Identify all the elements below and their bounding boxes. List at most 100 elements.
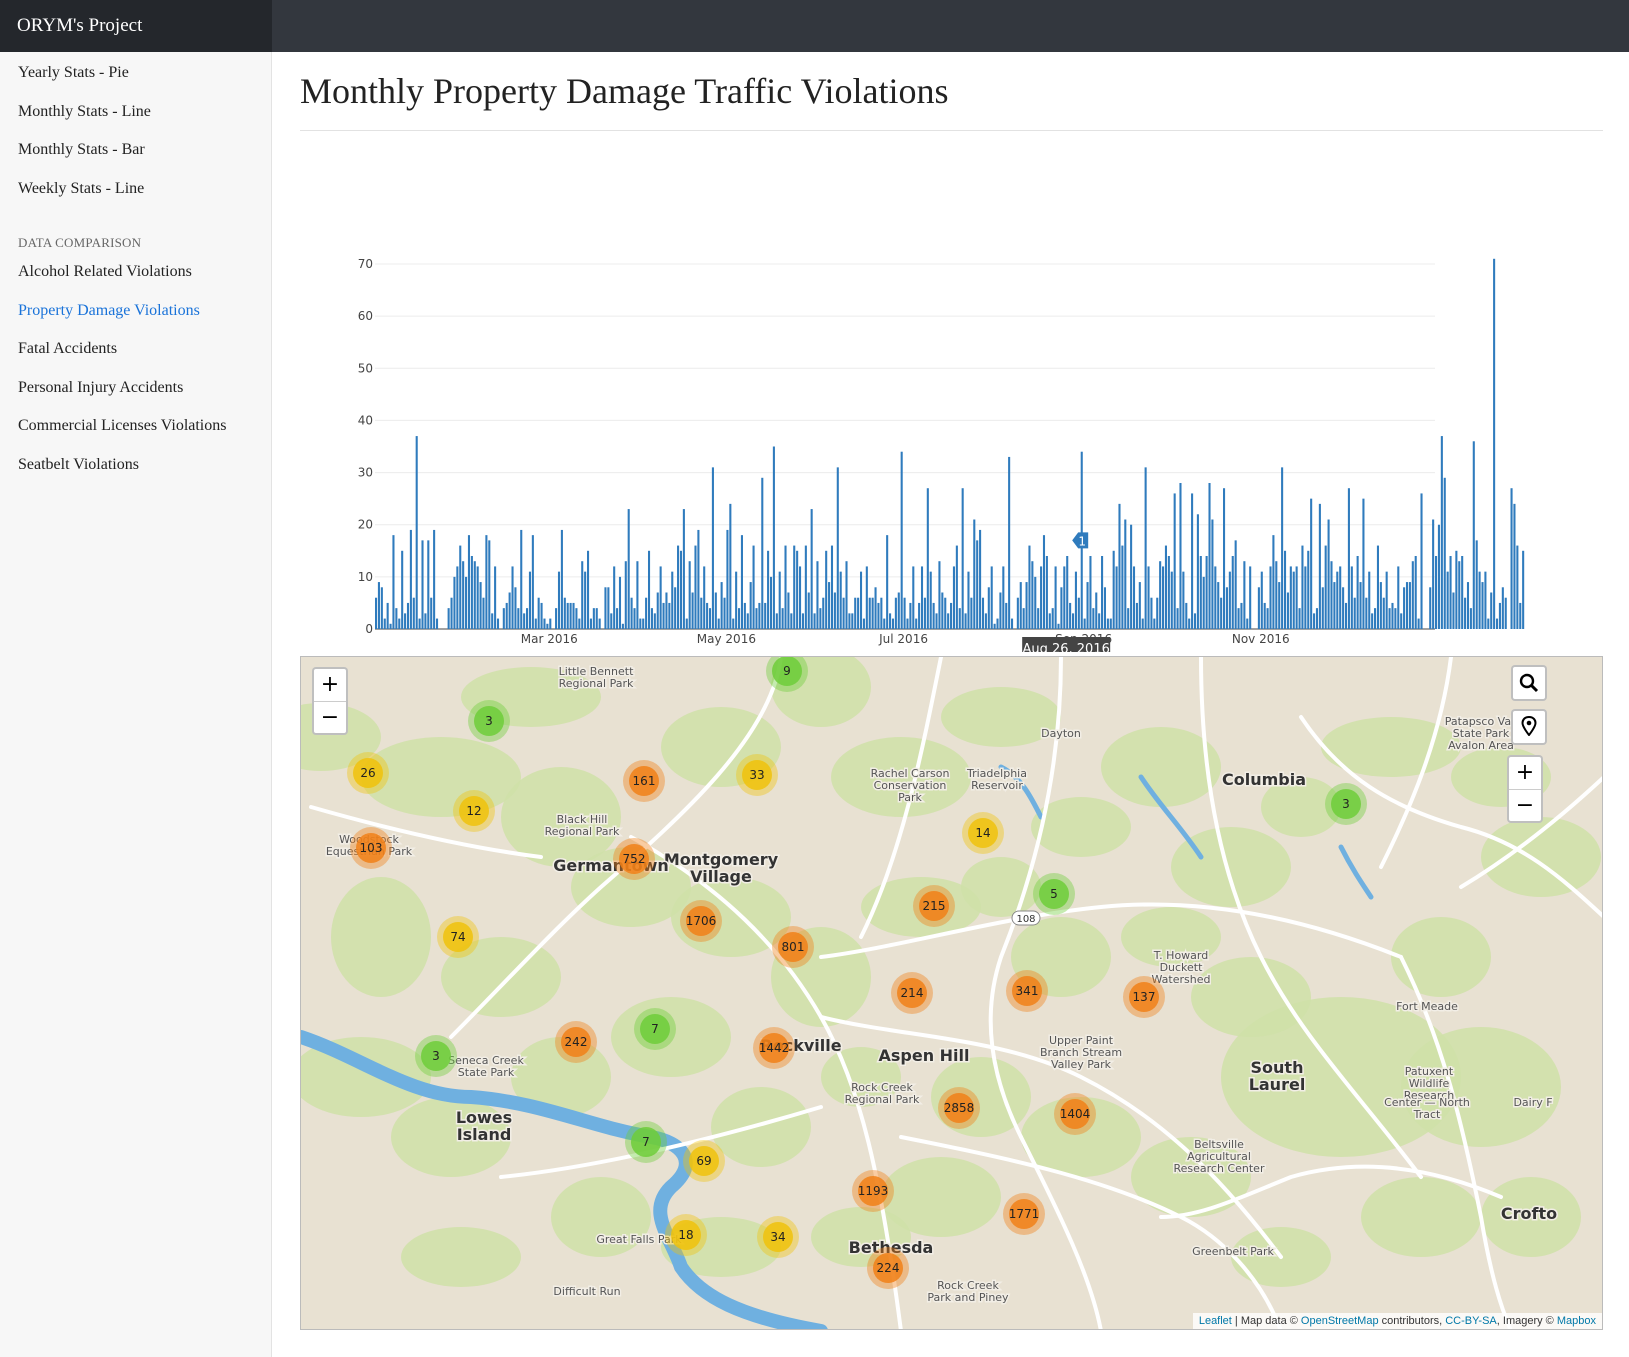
marker-cluster[interactable]: 214: [891, 972, 933, 1014]
chart-bar[interactable]: [453, 576, 456, 629]
chart-bar[interactable]: [1095, 592, 1098, 630]
chart-bar[interactable]: [1234, 540, 1237, 629]
chart-bar[interactable]: [1472, 441, 1475, 629]
marker-cluster[interactable]: 1706: [680, 900, 722, 942]
chart-bar[interactable]: [950, 602, 953, 629]
chart-bar[interactable]: [857, 597, 860, 629]
chart-bar[interactable]: [796, 550, 799, 629]
chart-bar[interactable]: [1182, 571, 1185, 629]
chart-bar[interactable]: [723, 597, 726, 629]
chart-bar[interactable]: [1048, 613, 1051, 629]
chart-bar[interactable]: [642, 618, 645, 629]
chart-bar[interactable]: [1112, 550, 1115, 629]
chart-bar[interactable]: [1475, 540, 1478, 629]
chart-bar[interactable]: [656, 592, 659, 630]
chart-bar[interactable]: [671, 571, 674, 629]
locate-button[interactable]: [1513, 711, 1545, 743]
marker-cluster[interactable]: 215: [913, 885, 955, 927]
chart-bar[interactable]: [543, 618, 546, 629]
sidebar-item-seatbelt[interactable]: Seatbelt Violations: [18, 456, 139, 474]
chart-bar[interactable]: [1359, 582, 1362, 629]
chart-bar[interactable]: [1077, 597, 1080, 629]
sidebar-item-property-damage[interactable]: Property Damage Violations: [18, 302, 200, 320]
chart-bar[interactable]: [1118, 503, 1121, 629]
chart-bar[interactable]: [592, 608, 595, 629]
chart-bar[interactable]: [1478, 571, 1481, 629]
chart-bar[interactable]: [1487, 618, 1490, 629]
chart-bar[interactable]: [409, 529, 412, 629]
chart-bar[interactable]: [1295, 566, 1298, 629]
chart-bar[interactable]: [1121, 545, 1124, 629]
chart-bar[interactable]: [967, 571, 970, 629]
chart-bar[interactable]: [1022, 608, 1025, 629]
chart-bar[interactable]: [1162, 566, 1165, 629]
chart-bar[interactable]: [1214, 566, 1217, 629]
chart-bar[interactable]: [1292, 571, 1295, 629]
chart-bar[interactable]: [633, 608, 636, 629]
chart-bar[interactable]: [598, 618, 601, 629]
chart-bar[interactable]: [1327, 519, 1330, 630]
chart-bar[interactable]: [415, 436, 418, 629]
chart-bar[interactable]: [804, 545, 807, 629]
chart-bar[interactable]: [1153, 618, 1156, 629]
chart-bar[interactable]: [526, 608, 529, 629]
chart-bar[interactable]: [1301, 545, 1304, 629]
chart-bar[interactable]: [1490, 592, 1493, 630]
chart-bar[interactable]: [1164, 545, 1167, 629]
chart-bar[interactable]: [845, 561, 848, 629]
chart-bar[interactable]: [691, 592, 694, 630]
chart-bar[interactable]: [1249, 566, 1252, 629]
chart-bar[interactable]: [1522, 550, 1525, 629]
chart-bar[interactable]: [761, 477, 764, 629]
chart-bar[interactable]: [1220, 597, 1223, 629]
chart-bar[interactable]: [793, 545, 796, 629]
chart-bar[interactable]: [1391, 602, 1394, 629]
chart-bar[interactable]: [1130, 524, 1133, 629]
chart-bar[interactable]: [706, 602, 709, 629]
chart-bar[interactable]: [375, 597, 378, 629]
chart-bar[interactable]: [1446, 571, 1449, 629]
chart-bar[interactable]: [476, 566, 479, 629]
chart-bar[interactable]: [1266, 608, 1269, 629]
chart-bar[interactable]: [825, 550, 828, 629]
chart-bar[interactable]: [1223, 488, 1226, 629]
chart-bar[interactable]: [955, 545, 958, 629]
chart-bar[interactable]: [1484, 571, 1487, 629]
chart-bar[interactable]: [862, 618, 865, 629]
chart-bar[interactable]: [726, 529, 729, 629]
chart-bar[interactable]: [801, 613, 804, 629]
chart-bar[interactable]: [1147, 566, 1150, 629]
chart-bar[interactable]: [639, 618, 642, 629]
marker-cluster[interactable]: 26: [347, 752, 389, 794]
chart-bar[interactable]: [435, 618, 439, 629]
chart-bar[interactable]: [1011, 618, 1014, 629]
chart-bar[interactable]: [787, 592, 790, 630]
chart-bar[interactable]: [430, 597, 433, 629]
chart-bar[interactable]: [1272, 535, 1275, 629]
chart-bar[interactable]: [700, 597, 703, 629]
chart-bar[interactable]: [891, 618, 895, 629]
marker-cluster[interactable]: 341: [1006, 970, 1048, 1012]
chart-bar[interactable]: [854, 597, 857, 629]
chart-bar[interactable]: [488, 540, 491, 629]
marker-cluster[interactable]: 3: [1325, 783, 1367, 825]
chart-bar[interactable]: [1315, 608, 1319, 629]
chart-bar[interactable]: [729, 503, 732, 629]
chart-bar[interactable]: [1237, 608, 1240, 629]
sidebar-item-commercial[interactable]: Commercial Licenses Violations: [18, 417, 226, 435]
map[interactable]: 108 Little Bennett Regional Park Dayton Colu…: [300, 656, 1603, 1330]
chart-bar[interactable]: [1455, 550, 1458, 629]
chart-bar[interactable]: [1156, 597, 1159, 629]
chart-bar[interactable]: [816, 561, 819, 629]
chart-bar[interactable]: [1127, 608, 1130, 629]
chart-bar[interactable]: [906, 618, 909, 629]
chart-bar[interactable]: [575, 608, 578, 629]
chart-bar[interactable]: [979, 529, 982, 629]
chart-bar[interactable]: [508, 592, 511, 630]
chart-bar[interactable]: [807, 592, 810, 630]
marker-cluster[interactable]: 69: [683, 1140, 725, 1182]
chart-bar[interactable]: [708, 608, 712, 629]
chart-bar[interactable]: [1493, 258, 1496, 629]
chart-bar[interactable]: [738, 608, 741, 629]
marker-cluster[interactable]: 1771: [1003, 1193, 1045, 1235]
